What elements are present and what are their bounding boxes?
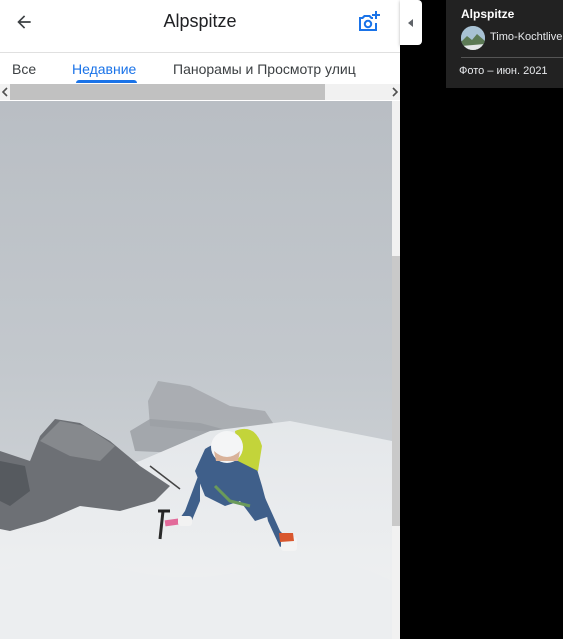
maps-photo-viewer: Alpspitze Все Недавние Панорамы и Просмо…	[0, 0, 563, 639]
photo-side-panel: Alpspitze Все Недавние Панорамы и Просмо…	[0, 0, 400, 639]
author-avatar-icon	[461, 26, 485, 50]
scroll-left-button[interactable]	[0, 84, 10, 100]
horizontal-scroll-thumb[interactable]	[10, 84, 325, 100]
chevron-right-icon	[392, 87, 399, 97]
vertical-scrollbar[interactable]	[392, 101, 400, 639]
page-title: Alpspitze	[163, 11, 237, 31]
info-divider	[461, 57, 563, 58]
vertical-scroll-thumb[interactable]	[392, 256, 400, 526]
chevron-left-icon	[1, 87, 8, 97]
panel-header: Alpspitze	[0, 0, 400, 53]
add-photo-icon	[359, 11, 380, 31]
active-tab-indicator	[76, 80, 137, 83]
horizontal-scrollbar[interactable]	[0, 84, 400, 100]
avatar[interactable]	[461, 26, 485, 50]
photo-tabs: Все Недавние Панорамы и Просмотр улиц	[0, 53, 400, 85]
tab-panoramas[interactable]: Панорамы и Просмотр улиц	[173, 61, 356, 77]
tab-recent[interactable]: Недавние	[72, 61, 136, 77]
add-photo-button[interactable]	[354, 8, 382, 36]
tab-all[interactable]: Все	[12, 61, 36, 77]
scroll-right-button[interactable]	[390, 84, 400, 100]
climber-photo-image	[0, 101, 392, 639]
author-name-link[interactable]: Timo-Kochtlive	[490, 31, 562, 43]
place-title: Alpspitze	[461, 7, 515, 21]
photo-info-card: Alpspitze Timo-Kochtlive Фото – июн. 202…	[446, 0, 563, 88]
collapse-panel-button[interactable]	[400, 0, 422, 45]
photo-date: Фото – июн. 2021	[459, 65, 548, 77]
climber-photo[interactable]	[0, 101, 392, 639]
caret-left-icon	[408, 18, 413, 27]
